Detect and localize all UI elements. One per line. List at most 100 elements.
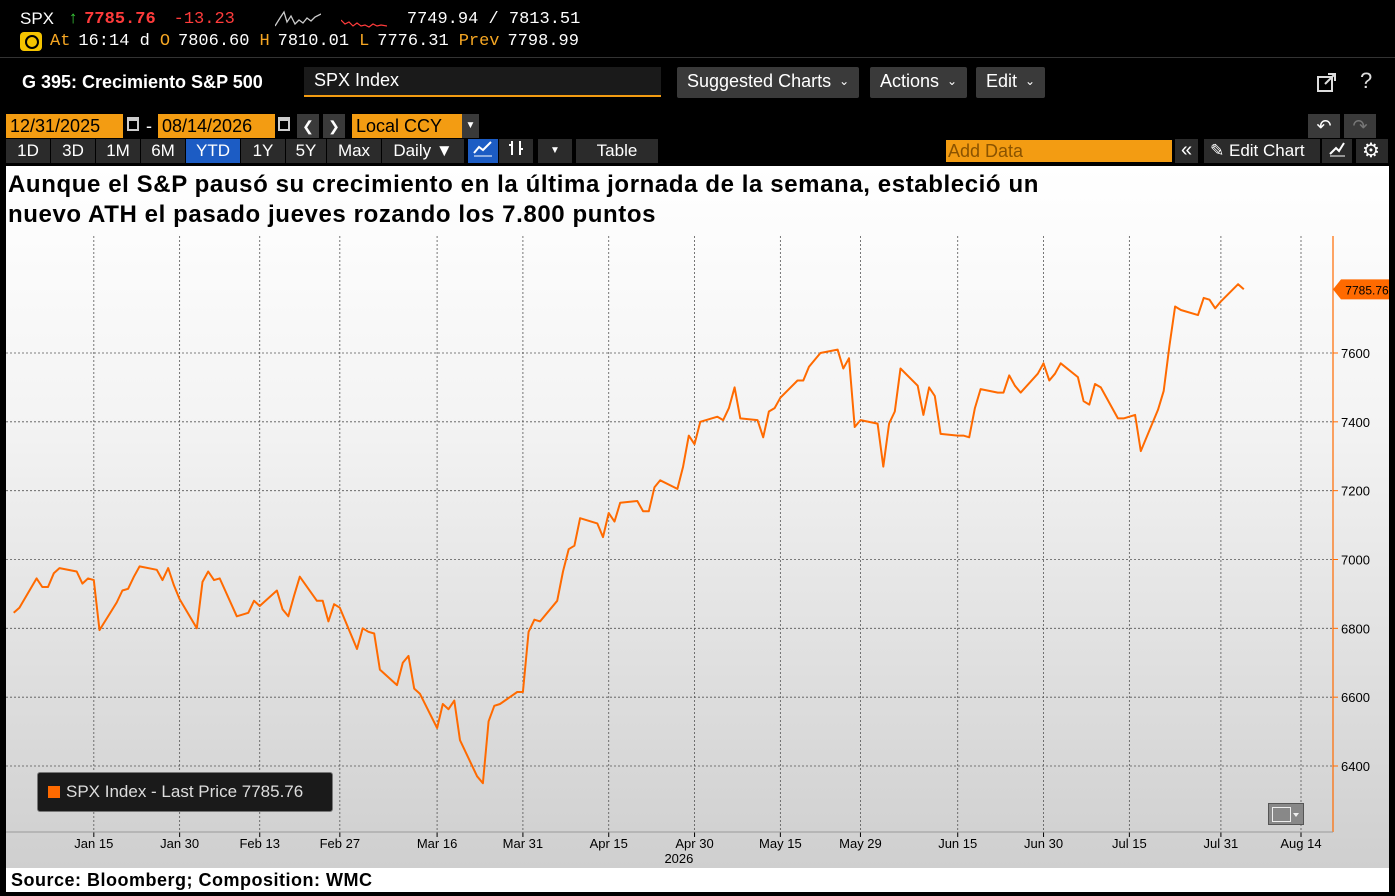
open-value: 7806.60 <box>178 32 250 51</box>
prev-label: Prev <box>458 32 500 51</box>
y-tick-label: 7400 <box>1341 415 1370 430</box>
open-label: O <box>159 32 171 51</box>
last-price: 7785.76 <box>84 9 156 29</box>
frequency-select[interactable]: Daily ▼ <box>382 139 464 163</box>
chart-function-title: G 395: Crecimiento S&P 500 <box>22 72 263 92</box>
chevron-down-icon: ⌄ <box>1025 74 1036 88</box>
date-separator: - <box>146 116 152 136</box>
intraday-sparkline-icon <box>340 19 387 28</box>
calendar-icon[interactable] <box>127 117 139 131</box>
x-tick-label: Jan 15 <box>74 836 113 851</box>
edit-button[interactable]: Edit ⌄ <box>976 67 1046 98</box>
period-max-button[interactable]: Max <box>327 139 381 163</box>
period-1d-button[interactable]: 1D <box>6 139 50 163</box>
quote-line-1: SPX ↑ 7785.76 -13.23 7749.94 / 7813.51 <box>20 8 580 30</box>
date-range-bar: 12/31/2025 - 08/14/2026 ❮ ❯ Local CCY ▼ … <box>0 112 1395 138</box>
chevron-down-icon[interactable]: ▼ <box>462 114 479 138</box>
legend-swatch <box>48 786 60 798</box>
line-chart-icon[interactable] <box>468 139 498 163</box>
mini-chart-toggle-icon[interactable] <box>1268 803 1304 825</box>
period-bar: 1D 3D 1M 6M YTD 1Y 5Y Max Daily ▼ ▼ Tabl… <box>0 139 1395 164</box>
x-tick-label: Mar 16 <box>417 836 457 851</box>
x-tick-label: Feb 27 <box>320 836 360 851</box>
export-icon[interactable] <box>1316 71 1338 93</box>
last-value-label: 7785.76 <box>1345 283 1389 297</box>
prev-value: 7798.99 <box>507 32 579 51</box>
quote-line-2: At 16:14 d O 7806.60 H 7810.01 L 7776.31… <box>20 32 589 51</box>
chevron-down-icon: ▼ <box>435 141 453 160</box>
pencil-icon: ✎ <box>1210 141 1225 160</box>
end-date-field[interactable]: 08/14/2026 <box>158 114 275 138</box>
ticker-symbol: SPX <box>20 9 55 28</box>
chart-settings-icon[interactable] <box>1322 139 1352 163</box>
security-input[interactable]: SPX Index <box>304 67 661 97</box>
chart-legend[interactable]: SPX Index - Last Price 7785.76 <box>37 772 333 812</box>
table-button[interactable]: Table <box>576 139 658 163</box>
x-tick-label: Mar 31 <box>503 836 543 851</box>
period-6m-button[interactable]: 6M <box>141 139 185 163</box>
y-tick-label: 6800 <box>1341 621 1370 636</box>
help-icon[interactable]: ? <box>1360 68 1372 94</box>
edit-label: Edit <box>986 71 1018 91</box>
sparkline-icon <box>274 10 321 27</box>
frequency-label: Daily <box>393 141 432 160</box>
add-data-input[interactable] <box>946 140 1172 162</box>
next-period-button[interactable]: ❯ <box>323 114 345 138</box>
currency-select[interactable]: Local CCY <box>352 114 462 138</box>
start-date-field[interactable]: 12/31/2025 <box>6 114 123 138</box>
chart-panel: 6400 6600 6800 7000 7200 7400 7600 Jan 15 Jan 30… <box>6 166 1389 868</box>
x-axis-year-label: 2026 <box>664 851 693 866</box>
collapse-icon[interactable]: « <box>1175 139 1199 163</box>
x-tick-label: Jan 30 <box>160 836 199 851</box>
x-tick-label: Apr 30 <box>675 836 713 851</box>
actions-button[interactable]: Actions ⌄ <box>870 67 968 98</box>
period-1y-button[interactable]: 1Y <box>241 139 285 163</box>
x-tick-label: May 29 <box>839 836 882 851</box>
y-tick-label: 7600 <box>1341 346 1370 361</box>
title-bar: G 395: Crecimiento S&P 500 SPX Index Sug… <box>0 57 1395 105</box>
gear-icon[interactable]: ⚙ <box>1356 139 1388 163</box>
high-label: H <box>259 32 270 51</box>
price-change: -13.23 <box>173 9 235 29</box>
x-tick-label: Jul 31 <box>1204 836 1239 851</box>
x-tick-label: Apr 15 <box>590 836 628 851</box>
redo-icon[interactable]: ↷ <box>1344 114 1376 138</box>
x-tick-label: Feb 13 <box>239 836 279 851</box>
day-range: 7749.94 / 7813.51 <box>406 9 581 29</box>
undo-icon[interactable]: ↶ <box>1308 114 1340 138</box>
period-1m-button[interactable]: 1M <box>96 139 140 163</box>
actions-label: Actions <box>880 71 940 91</box>
suggested-charts-label: Suggested Charts <box>687 71 832 91</box>
calendar-icon[interactable] <box>278 117 290 131</box>
chevron-down-icon: ⌄ <box>947 74 958 88</box>
series-line-spx <box>13 283 1245 785</box>
prev-period-button[interactable]: ❮ <box>297 114 319 138</box>
y-tick-label: 6600 <box>1341 690 1370 705</box>
at-label: At <box>50 32 71 51</box>
y-tick-label: 6400 <box>1341 759 1370 774</box>
y-tick-label: 7200 <box>1341 484 1370 499</box>
clock-icon <box>20 32 42 51</box>
chart-headline: Aunque el S&P pausó su crecimiento en la… <box>8 171 1039 228</box>
y-tick-label: 7000 <box>1341 553 1370 568</box>
suggested-charts-button[interactable]: Suggested Charts ⌄ <box>677 67 860 98</box>
legend-label: SPX Index - Last Price 7785.76 <box>66 782 304 801</box>
low-value: 7776.31 <box>377 32 449 51</box>
x-tick-label: Aug 14 <box>1280 836 1321 851</box>
low-label: L <box>359 32 370 51</box>
at-value: 16:14 d <box>78 32 150 51</box>
period-5y-button[interactable]: 5Y <box>286 139 326 163</box>
chart-type-dropdown-icon[interactable]: ▼ <box>538 139 572 163</box>
edit-chart-button[interactable]: ✎ Edit Chart <box>1204 139 1320 163</box>
price-chart: 6400 6600 6800 7000 7200 7400 7600 Jan 15 Jan 30… <box>6 236 1389 866</box>
quote-strip: SPX ↑ 7785.76 -13.23 7749.94 / 7813.51 A… <box>0 0 1395 56</box>
edit-chart-label: Edit Chart <box>1228 141 1305 160</box>
bar-chart-icon[interactable] <box>499 139 533 163</box>
x-tick-label: May 15 <box>759 836 802 851</box>
high-value: 7810.01 <box>277 32 350 51</box>
period-ytd-button[interactable]: YTD <box>186 139 240 163</box>
x-tick-label: Jun 15 <box>938 836 977 851</box>
x-tick-label: Jun 30 <box>1024 836 1063 851</box>
up-arrow-icon: ↑ <box>68 9 79 29</box>
period-3d-button[interactable]: 3D <box>51 139 95 163</box>
